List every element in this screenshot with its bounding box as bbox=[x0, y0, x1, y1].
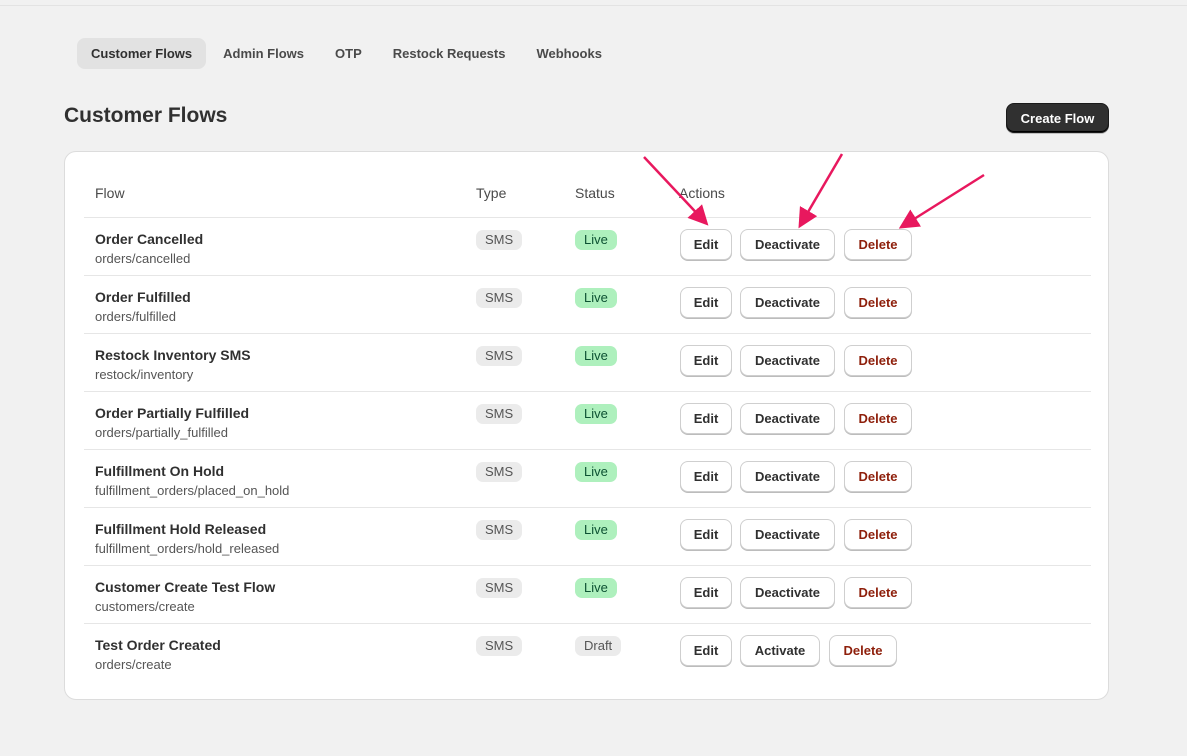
table-row: Fulfillment On Hold fulfillment_orders/p… bbox=[84, 450, 1091, 508]
type-badge: SMS bbox=[476, 404, 523, 424]
table-row: Order Partially Fulfilled orders/partial… bbox=[84, 392, 1091, 450]
top-divider bbox=[0, 5, 1187, 6]
delete-button[interactable]: Delete bbox=[829, 635, 897, 666]
column-header-flow: Flow bbox=[95, 185, 125, 201]
type-badge: SMS bbox=[476, 288, 523, 308]
column-header-actions: Actions bbox=[679, 185, 725, 201]
type-badge: SMS bbox=[476, 230, 523, 250]
status-badge: Live bbox=[575, 288, 617, 308]
deactivate-button[interactable]: Deactivate bbox=[740, 403, 835, 434]
activate-button[interactable]: Activate bbox=[740, 635, 820, 666]
type-badge: SMS bbox=[476, 520, 523, 540]
type-badge: SMS bbox=[476, 578, 523, 598]
delete-button[interactable]: Delete bbox=[844, 519, 912, 550]
status-badge: Live bbox=[575, 404, 617, 424]
tab-admin-flows[interactable]: Admin Flows bbox=[209, 38, 318, 69]
flow-name: Order Partially Fulfilled bbox=[95, 405, 250, 421]
flow-topic: fulfillment_orders/placed_on_hold bbox=[95, 483, 290, 498]
flow-topic: orders/create bbox=[95, 657, 172, 672]
edit-button[interactable]: Edit bbox=[680, 461, 732, 492]
create-flow-button[interactable]: Create Flow bbox=[1006, 103, 1109, 133]
edit-button[interactable]: Edit bbox=[680, 229, 732, 260]
status-badge: Live bbox=[575, 462, 617, 482]
flow-name: Test Order Created bbox=[95, 637, 221, 653]
type-badge: SMS bbox=[476, 636, 523, 656]
flow-topic: orders/cancelled bbox=[95, 251, 191, 266]
edit-button[interactable]: Edit bbox=[680, 287, 732, 318]
edit-button[interactable]: Edit bbox=[680, 345, 732, 376]
table-row: Order Cancelled orders/cancelled SMS Liv… bbox=[84, 218, 1091, 276]
edit-button[interactable]: Edit bbox=[680, 403, 732, 434]
tab-customer-flows[interactable]: Customer Flows bbox=[77, 38, 207, 69]
edit-button[interactable]: Edit bbox=[680, 519, 732, 550]
flow-name: Fulfillment On Hold bbox=[95, 463, 225, 479]
column-header-status: Status bbox=[575, 185, 615, 201]
deactivate-button[interactable]: Deactivate bbox=[740, 519, 835, 550]
flow-topic: customers/create bbox=[95, 599, 195, 614]
status-badge: Draft bbox=[575, 636, 622, 656]
delete-button[interactable]: Delete bbox=[844, 461, 912, 492]
table-row: Fulfillment Hold Released fulfillment_or… bbox=[84, 508, 1091, 566]
flow-name: Fulfillment Hold Released bbox=[95, 521, 267, 537]
delete-button[interactable]: Delete bbox=[844, 287, 912, 318]
deactivate-button[interactable]: Deactivate bbox=[740, 287, 835, 318]
flow-name: Order Cancelled bbox=[95, 231, 204, 247]
flow-name: Customer Create Test Flow bbox=[95, 579, 276, 595]
flow-topic: orders/fulfilled bbox=[95, 309, 176, 324]
delete-button[interactable]: Delete bbox=[844, 345, 912, 376]
page-title: Customer Flows bbox=[64, 104, 228, 127]
edit-button[interactable]: Edit bbox=[680, 577, 732, 608]
table-row: Restock Inventory SMS restock/inventory … bbox=[84, 334, 1091, 392]
table-header: Flow Type Status Actions bbox=[84, 152, 1091, 218]
status-badge: Live bbox=[575, 520, 617, 540]
status-badge: Live bbox=[575, 230, 617, 250]
table-row: Order Fulfilled orders/fulfilled SMS Liv… bbox=[84, 276, 1091, 334]
type-badge: SMS bbox=[476, 346, 523, 366]
delete-button[interactable]: Delete bbox=[844, 403, 912, 434]
deactivate-button[interactable]: Deactivate bbox=[740, 345, 835, 376]
table-row: Test Order Created orders/create SMS Dra… bbox=[84, 624, 1091, 682]
deactivate-button[interactable]: Deactivate bbox=[740, 461, 835, 492]
delete-button[interactable]: Delete bbox=[844, 229, 912, 260]
table-row: Customer Create Test Flow customers/crea… bbox=[84, 566, 1091, 624]
tab-restock-requests[interactable]: Restock Requests bbox=[379, 38, 520, 69]
flow-topic: restock/inventory bbox=[95, 367, 194, 382]
delete-button[interactable]: Delete bbox=[844, 577, 912, 608]
column-header-type: Type bbox=[476, 185, 507, 201]
flow-tabs: Customer Flows Admin Flows OTP Restock R… bbox=[77, 38, 619, 69]
flow-name: Order Fulfilled bbox=[95, 289, 191, 305]
flow-name: Restock Inventory SMS bbox=[95, 347, 251, 363]
flows-table-card: Flow Type Status Actions Order Cancelled… bbox=[64, 151, 1109, 700]
deactivate-button[interactable]: Deactivate bbox=[740, 577, 835, 608]
status-badge: Live bbox=[575, 346, 617, 366]
status-badge: Live bbox=[575, 578, 617, 598]
tab-otp[interactable]: OTP bbox=[321, 38, 376, 69]
tab-webhooks[interactable]: Webhooks bbox=[522, 38, 616, 69]
flow-topic: orders/partially_fulfilled bbox=[95, 425, 228, 440]
deactivate-button[interactable]: Deactivate bbox=[740, 229, 835, 260]
flow-topic: fulfillment_orders/hold_released bbox=[95, 541, 280, 556]
type-badge: SMS bbox=[476, 462, 523, 482]
edit-button[interactable]: Edit bbox=[680, 635, 732, 666]
